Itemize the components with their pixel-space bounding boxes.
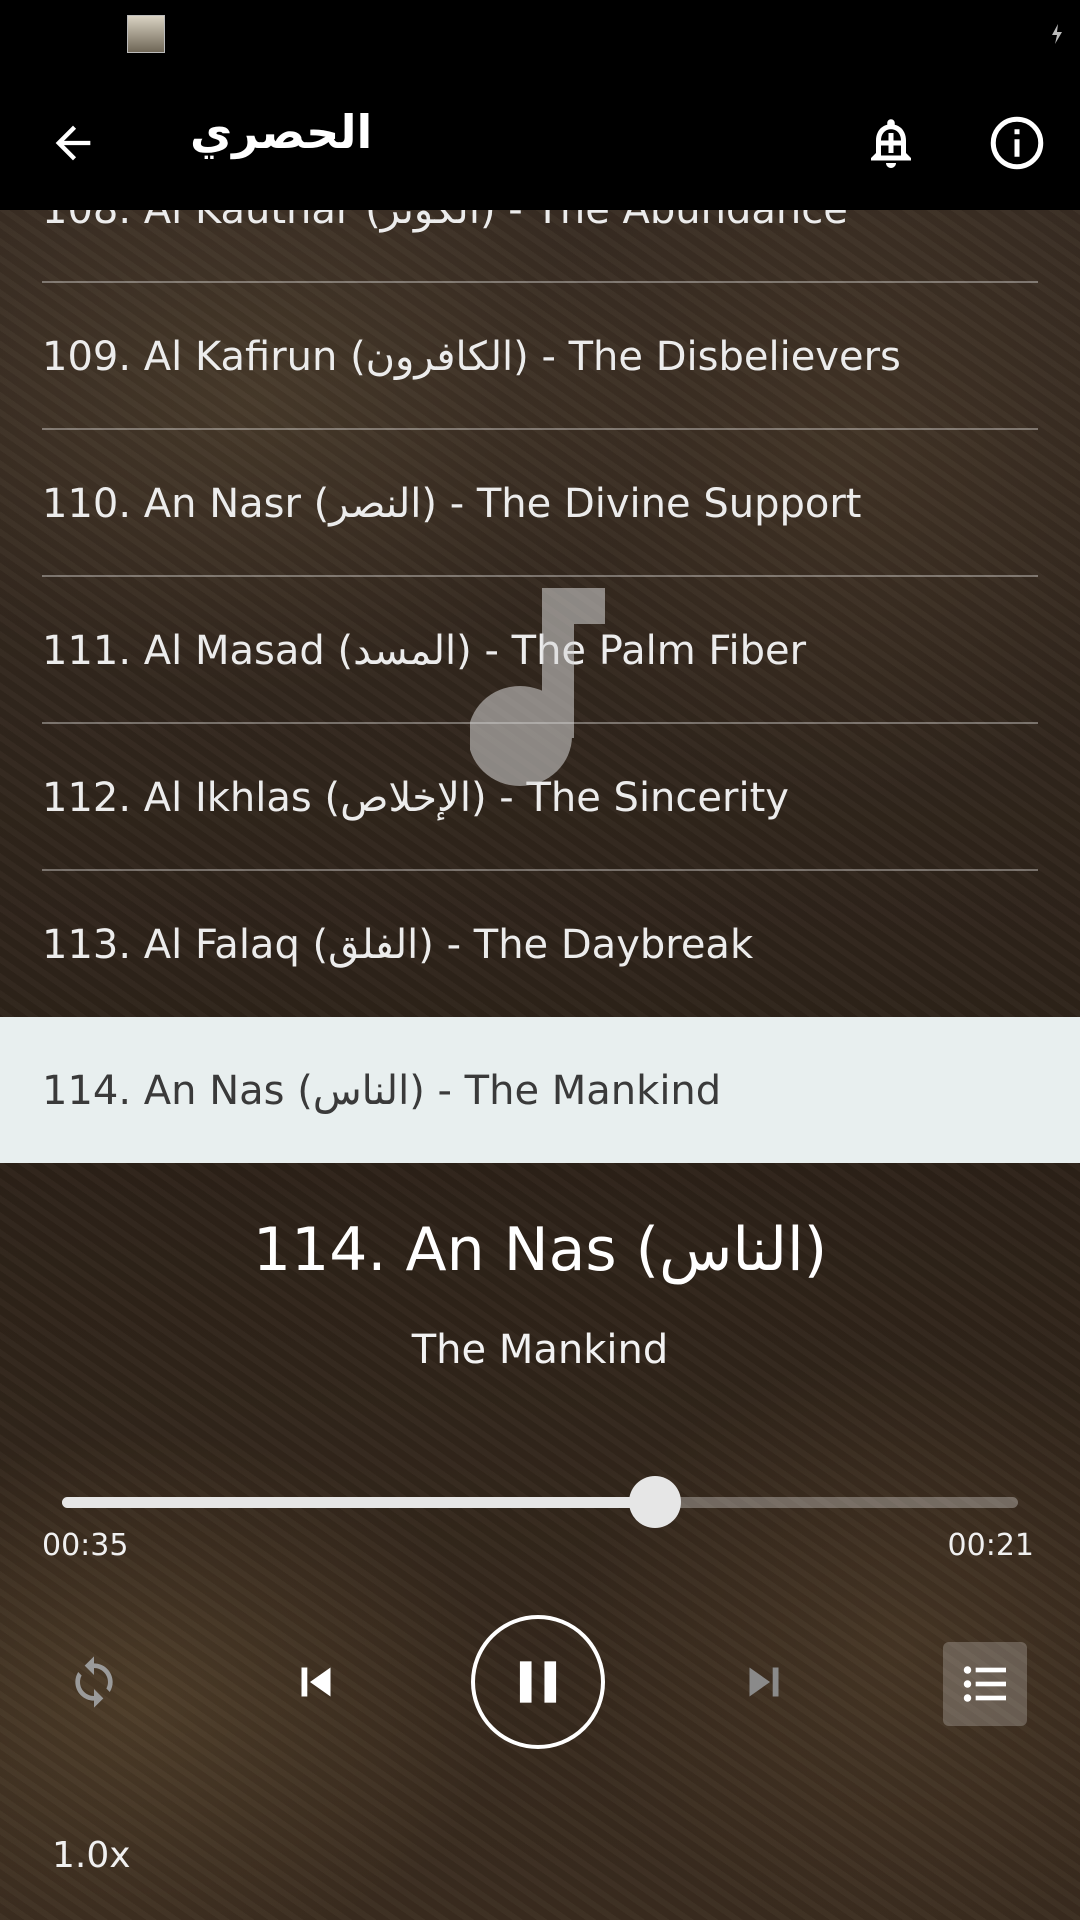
list-icon [963, 1666, 1006, 1702]
pause-icon [519, 1661, 557, 1703]
app-bar: الحصري [0, 66, 1080, 210]
skip-next-icon [749, 1667, 779, 1697]
list-item[interactable]: 113. Al Falaq (الفلق) - The Daybreak [0, 871, 1080, 1018]
add-alarm-button[interactable] [846, 98, 936, 188]
play-pause-button[interactable] [471, 1615, 605, 1749]
elapsed-time: 00:35 [42, 1528, 129, 1563]
arrow-left-icon [55, 125, 91, 161]
list-item[interactable]: 110. An Nasr (النصر) - The Divine Suppor… [0, 430, 1080, 577]
next-button[interactable] [722, 1640, 806, 1724]
list-item[interactable]: 109. Al Kafirun (الكافرون) - The Disbeli… [0, 283, 1080, 430]
app-notification-icon [127, 15, 165, 53]
track-label: 114. An Nas (الناس) - The Mankind [42, 1067, 722, 1114]
seek-bar-thumb[interactable] [628, 1476, 681, 1528]
playback-speed-button[interactable]: 1.0x [52, 1835, 131, 1876]
repeat-icon [75, 1656, 113, 1708]
now-playing-subtitle: The Mankind [411, 1327, 669, 1373]
previous-button[interactable] [274, 1640, 358, 1724]
status-bar [0, 0, 1080, 66]
charging-icon [1052, 24, 1062, 44]
info-icon [990, 116, 1044, 170]
track-label: 112. Al Ikhlas (الإخلاص) - The Sincerity [42, 774, 789, 821]
list-item[interactable]: 108. Al Kauthar (الكوثر) - The Abundance [0, 210, 1080, 283]
back-button[interactable] [28, 98, 118, 188]
music-note-icon [470, 588, 605, 786]
track-label: 108. Al Kauthar (الكوثر) - The Abundance [0, 210, 848, 233]
now-playing-title: 114. An Nas (الناس) [252, 1215, 828, 1285]
track-label: 109. Al Kafirun (الكافرون) - The Disbeli… [42, 333, 901, 380]
page-title: الحصري [190, 105, 373, 159]
remaining-time: 00:21 [947, 1528, 1034, 1563]
track-label: 113. Al Falaq (الفلق) - The Daybreak [42, 921, 754, 968]
track-label: 110. An Nasr (النصر) - The Divine Suppor… [42, 480, 862, 527]
bell-plus-icon [871, 119, 911, 168]
info-button[interactable] [972, 98, 1062, 188]
list-item-active[interactable]: 114. An Nas (الناس) - The Mankind [0, 1017, 1080, 1163]
playlist-button[interactable] [943, 1642, 1027, 1726]
track-label: 111. Al Masad (المسد) - The Palm Fiber [42, 627, 807, 674]
seek-bar-progress [62, 1497, 655, 1508]
seek-bar[interactable] [62, 1476, 1018, 1528]
repeat-button[interactable] [52, 1640, 136, 1724]
skip-previous-icon [301, 1667, 331, 1697]
